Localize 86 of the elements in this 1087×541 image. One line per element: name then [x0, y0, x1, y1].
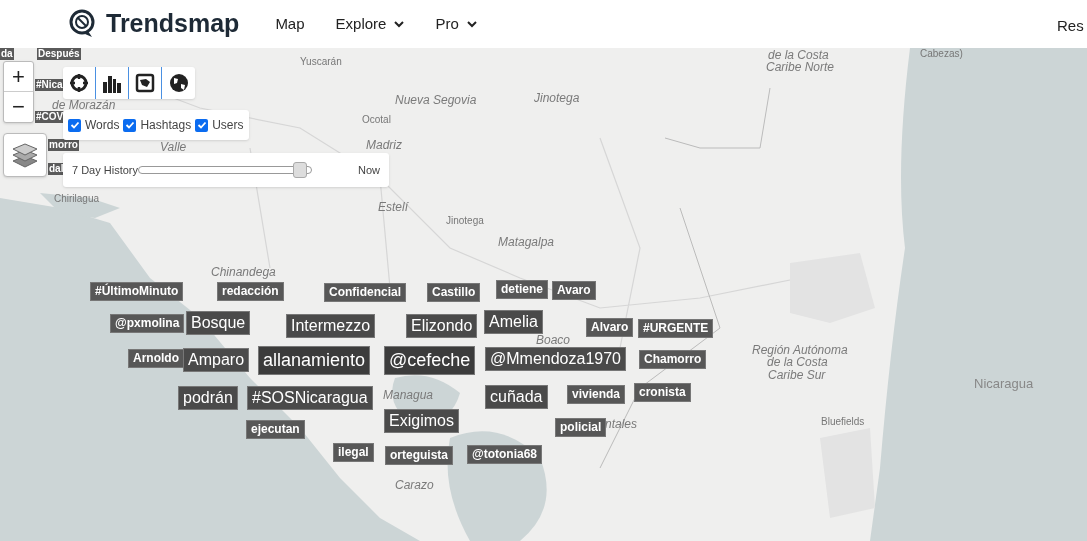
map-place-label: Madriz: [366, 139, 402, 151]
trend-tag[interactable]: Exigimos: [384, 409, 459, 433]
trend-tag[interactable]: Castillo: [427, 283, 481, 302]
map-place-label: de Morazán: [52, 99, 116, 111]
history-end-label: Now: [358, 162, 380, 178]
trend-tag[interactable]: cronista: [634, 383, 691, 402]
zoom-out-button[interactable]: −: [4, 92, 33, 122]
trend-tag[interactable]: @Mmendoza1970: [485, 347, 626, 371]
trend-tag[interactable]: #Nica: [35, 79, 64, 91]
map-place-label: Cabezas): [920, 49, 963, 59]
map-place-label: de la Costa: [768, 49, 829, 61]
trend-tag[interactable]: @totonia68: [467, 445, 543, 464]
map-place-label: Matagalpa: [498, 236, 555, 248]
crosshair-icon: [69, 73, 89, 93]
logo-icon: [68, 9, 96, 39]
nav-link[interactable]: Map: [275, 12, 305, 36]
nav-link[interactable]: Res: [1057, 15, 1084, 38]
chevron-down-icon: [394, 20, 405, 28]
trend-tag[interactable]: allanamiento: [258, 346, 371, 375]
nav-dropdown[interactable]: Pro: [435, 12, 477, 36]
map-place-label: ntales: [605, 418, 638, 430]
map-place-label: Región Autónoma: [752, 344, 848, 356]
filter-label: Words: [85, 117, 120, 134]
trend-tag[interactable]: Bosque: [186, 311, 251, 335]
history-slider[interactable]: [138, 162, 313, 178]
map-place-label: de la Costa: [767, 356, 828, 368]
trend-tag[interactable]: da: [0, 48, 14, 60]
filter-checkbox[interactable]: [68, 118, 81, 132]
map-place-label: Chinandega: [211, 266, 276, 278]
map-place-label: Carazo: [395, 479, 434, 491]
trend-tag[interactable]: @cefeche: [384, 346, 476, 375]
trend-tag[interactable]: Elizondo: [406, 314, 478, 338]
trend-tag[interactable]: Arnoldo: [128, 349, 184, 368]
map-place-label: Nicaragua: [974, 377, 1034, 390]
map-place-label: Ocotal: [362, 115, 391, 125]
chevron-down-icon: [466, 20, 477, 28]
brand-name: Trendsmap: [106, 8, 240, 40]
trend-tag[interactable]: #SOSNicaragua: [247, 386, 373, 410]
filter-checkbox[interactable]: [195, 118, 209, 132]
trend-tag[interactable]: #COV: [35, 111, 65, 123]
trend-tag[interactable]: Intermezzo: [286, 314, 376, 338]
map-place-label: Managua: [383, 389, 434, 401]
map-place-label: Caribe Sur: [768, 369, 826, 381]
trend-tag[interactable]: policial: [555, 418, 607, 437]
globe-icon: [168, 73, 189, 93]
filter-label: Hashtags: [140, 117, 192, 134]
filter-checkbox[interactable]: [123, 118, 137, 132]
framed-map-icon: [135, 73, 155, 93]
map-place-label: Boaco: [536, 334, 571, 346]
trend-tag[interactable]: cuñada: [485, 385, 548, 409]
trend-tag[interactable]: Amelia: [484, 310, 543, 334]
layers-button[interactable]: [3, 133, 47, 177]
trend-tag[interactable]: Confidencial: [324, 283, 406, 302]
trend-tag[interactable]: ejecutan: [246, 420, 305, 439]
slider-thumb[interactable]: [293, 162, 308, 178]
history-label: 7 Day History: [72, 162, 139, 178]
trend-tag[interactable]: Avaro: [552, 281, 596, 300]
trend-tag[interactable]: Alvaro: [586, 318, 634, 337]
trend-tag[interactable]: Amparo: [183, 348, 250, 372]
map-place-label: Yuscarán: [300, 57, 342, 67]
trend-tag[interactable]: morro: [48, 139, 79, 151]
trend-tag[interactable]: ilegal: [333, 443, 374, 462]
buildings-icon: [102, 73, 122, 93]
map-place-label: Jinotega: [446, 216, 484, 226]
trend-tag[interactable]: orteguista: [385, 446, 453, 465]
map-place-label: Jinotega: [534, 92, 580, 104]
trend-tag[interactable]: dal: [48, 163, 65, 175]
map-place-label: Estelí: [378, 201, 408, 213]
trend-tag[interactable]: podrán: [178, 386, 238, 410]
map-place-label: Nueva Segovia: [395, 94, 477, 106]
nav-dropdown[interactable]: Explore: [335, 12, 405, 36]
trend-tag[interactable]: #URGENTE: [638, 319, 714, 338]
filter-label: Users: [212, 117, 244, 134]
trend-tag[interactable]: Chamorro: [639, 350, 707, 369]
zoom-in-button[interactable]: +: [4, 62, 33, 92]
map-place-label: Chirilagua: [54, 194, 100, 204]
map-place-label: Bluefields: [821, 417, 865, 427]
layers-icon: [11, 142, 39, 168]
trend-tag[interactable]: redacción: [217, 282, 284, 301]
trend-tag[interactable]: vivienda: [567, 385, 626, 404]
map-place-label: Valle: [160, 141, 187, 153]
trend-tag[interactable]: Después: [37, 48, 81, 60]
trend-tag[interactable]: @pxmolina: [110, 314, 185, 333]
trend-tag[interactable]: detiene: [496, 280, 548, 299]
map-place-label: Caribe Norte: [766, 61, 835, 73]
trend-tag[interactable]: #ÚltimoMinuto: [90, 282, 184, 301]
